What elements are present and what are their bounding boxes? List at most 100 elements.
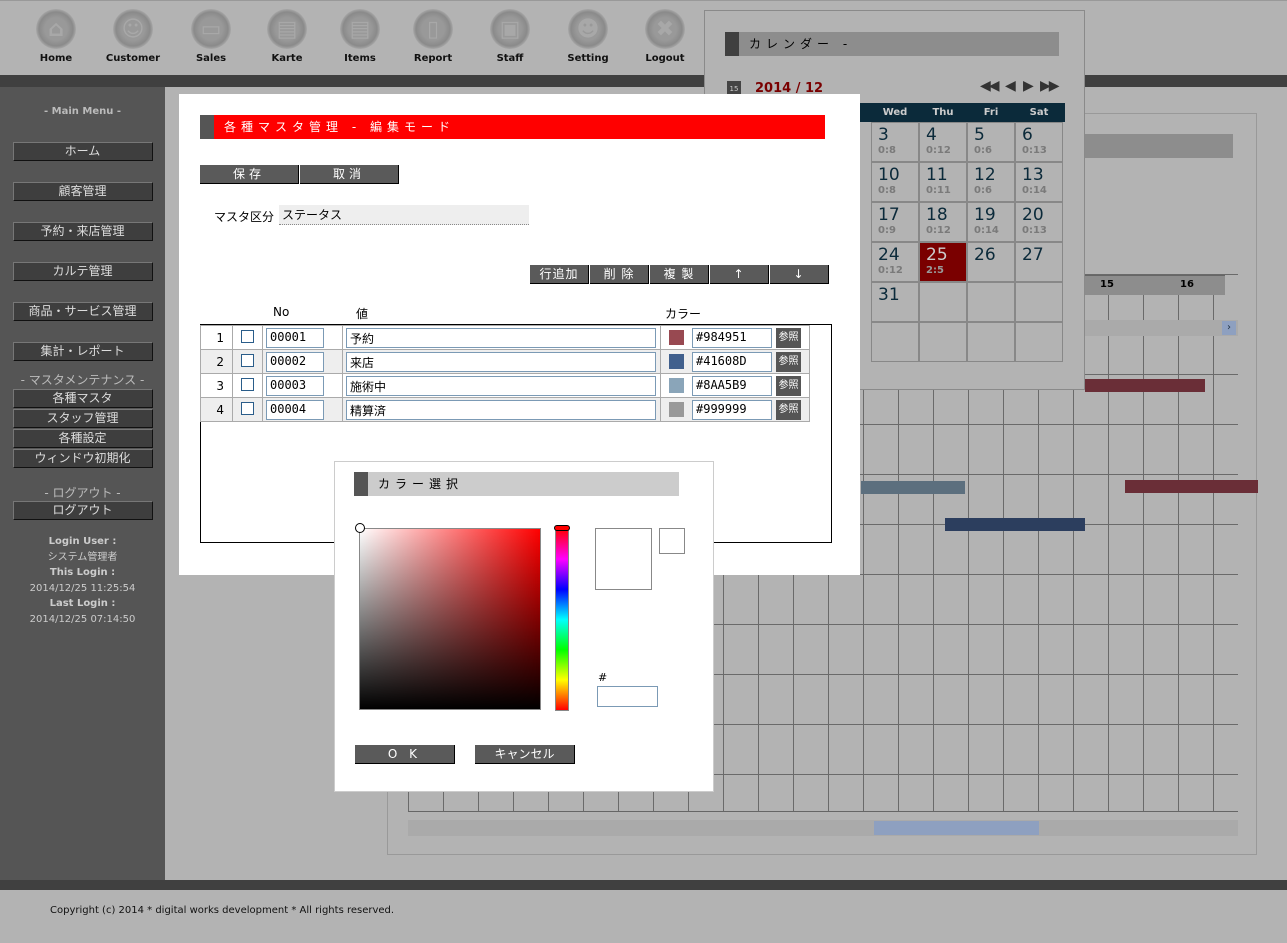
delete-button[interactable]: 削 除	[590, 265, 649, 284]
saturation-value-area[interactable]	[359, 528, 541, 710]
category-field[interactable]: ステータス	[279, 205, 529, 225]
row-checkbox[interactable]	[241, 377, 254, 391]
sidebar-item[interactable]: 顧客管理	[12, 182, 153, 201]
day-count: 0:6	[974, 145, 992, 156]
no-input[interactable]: 00001	[266, 327, 324, 348]
table-row: 1 00001 予約 #984951 参照	[200, 325, 810, 350]
sidebar-item[interactable]: 商品・サービス管理	[12, 302, 153, 321]
hue-slider[interactable]	[555, 528, 569, 711]
nav-customer[interactable]: ☺ Customer	[98, 9, 168, 64]
save-button[interactable]: 保存	[200, 165, 299, 184]
reservation-bar[interactable]	[861, 481, 965, 494]
nav-items[interactable]: ▤ Items	[325, 9, 395, 64]
color-input[interactable]: #999999	[692, 399, 772, 420]
calendar-day[interactable]	[967, 282, 1015, 322]
calendar-day[interactable]: 19 0:14	[967, 202, 1015, 242]
calendar-day[interactable]: 13 0:14	[1015, 162, 1063, 202]
home-icon: ⌂	[36, 9, 76, 49]
row-checkbox[interactable]	[241, 401, 254, 415]
value-input[interactable]: 施術中	[346, 375, 656, 396]
hour-label: 16	[1180, 279, 1194, 290]
sv-cursor-handle[interactable]	[355, 523, 365, 533]
reservation-bar[interactable]	[1125, 480, 1258, 493]
calendar-day[interactable]: 24 0:12	[871, 242, 919, 282]
calendar-day[interactable]: 20 0:13	[1015, 202, 1063, 242]
calendar-day[interactable]: 26	[967, 242, 1015, 282]
color-input[interactable]: #984951	[692, 327, 772, 348]
sidebar-item[interactable]: スタッフ管理	[12, 409, 153, 428]
nav-report[interactable]: ▯ Report	[398, 9, 468, 64]
calendar-day[interactable]: 4 0:12	[919, 122, 967, 162]
calendar-day[interactable]	[871, 322, 919, 362]
row-checkbox[interactable]	[241, 329, 254, 343]
prev-month-icon[interactable]: ◀	[1005, 78, 1016, 94]
calendar-day[interactable]: 3 0:8	[871, 122, 919, 162]
nav-logout[interactable]: ✖ Logout	[630, 9, 700, 64]
master-heading: - マスタメンテナンス -	[20, 373, 145, 387]
day-number: 27	[1022, 245, 1044, 265]
calendar-day[interactable]: 12 0:6	[967, 162, 1015, 202]
top-scrollbar[interactable]: ›	[1085, 320, 1238, 336]
sidebar-item[interactable]: 予約・来店管理	[12, 222, 153, 241]
calendar-day[interactable]	[1015, 322, 1063, 362]
calendar-day[interactable]	[919, 322, 967, 362]
nav-label: Staff	[496, 53, 524, 64]
add-row-button[interactable]: 行追加	[530, 265, 589, 284]
value-input[interactable]: 来店	[346, 351, 656, 372]
next-month-icon[interactable]: ▶	[1023, 78, 1034, 94]
scroll-thumb[interactable]	[874, 821, 1039, 835]
cancel-button[interactable]: 取消	[300, 165, 399, 184]
value-input[interactable]: 予約	[346, 327, 656, 348]
calendar-day[interactable]: 11 0:11	[919, 162, 967, 202]
reference-button[interactable]: 参照	[776, 327, 801, 348]
sidebar-item[interactable]: ホーム	[12, 142, 153, 161]
prev-year-icon[interactable]: ◀◀	[980, 78, 999, 94]
value-input[interactable]: 精算済	[346, 399, 656, 420]
sidebar-item[interactable]: 集計・レポート	[12, 342, 153, 361]
reference-button[interactable]: 参照	[776, 399, 801, 420]
no-input[interactable]: 00004	[266, 399, 324, 420]
hue-slider-handle[interactable]	[554, 525, 570, 531]
nav-sales[interactable]: ▭ Sales	[176, 9, 246, 64]
sidebar-item-logout[interactable]: ログアウト	[12, 501, 153, 520]
row-checkbox[interactable]	[241, 353, 254, 367]
sidebar-item[interactable]: 各種マスタ	[12, 389, 153, 408]
day-count: 0:13	[1022, 145, 1047, 156]
no-input[interactable]: 00003	[266, 375, 324, 396]
calendar-day[interactable]: 27	[1015, 242, 1063, 282]
reference-button[interactable]: 参照	[776, 351, 801, 372]
calendar-day[interactable]: 5 0:6	[967, 122, 1015, 162]
nav-karte[interactable]: ▤ Karte	[252, 9, 322, 64]
calendar-day[interactable]: 18 0:12	[919, 202, 967, 242]
calendar-day[interactable]: 25 2:5	[919, 242, 967, 282]
calendar-day[interactable]	[919, 282, 967, 322]
nav-staff[interactable]: ▣ Staff	[475, 9, 545, 64]
sidebar-item[interactable]: カルテ管理	[12, 262, 153, 281]
move-down-button[interactable]: ↓	[770, 265, 829, 284]
cancel-button[interactable]: キャンセル	[475, 745, 575, 764]
calendar-day[interactable]	[1015, 282, 1063, 322]
nav-setting[interactable]: ☻ Setting	[553, 9, 623, 64]
calendar-day[interactable]	[967, 322, 1015, 362]
reservation-bar[interactable]	[945, 518, 1085, 531]
calendar-day[interactable]: 17 0:9	[871, 202, 919, 242]
reference-button[interactable]: 参照	[776, 375, 801, 396]
sidebar-item[interactable]: ウィンドウ初期化	[12, 449, 153, 468]
hex-input[interactable]	[597, 686, 658, 707]
color-input[interactable]: #41608D	[692, 351, 772, 372]
calendar-day[interactable]: 6 0:13	[1015, 122, 1063, 162]
no-input[interactable]: 00002	[266, 351, 324, 372]
sidebar-item[interactable]: 各種設定	[12, 429, 153, 448]
day-count: 0:6	[974, 185, 992, 196]
next-year-icon[interactable]: ▶▶	[1040, 78, 1059, 94]
ok-button[interactable]: O K	[355, 745, 455, 764]
bottom-scrollbar[interactable]	[408, 820, 1238, 836]
duplicate-button[interactable]: 複 製	[650, 265, 709, 284]
reservation-bar[interactable]	[1085, 379, 1205, 392]
calendar-day[interactable]: 10 0:8	[871, 162, 919, 202]
nav-home[interactable]: ⌂ Home	[21, 9, 91, 64]
calendar-day[interactable]: 31	[871, 282, 919, 322]
scroll-right-icon[interactable]: ›	[1222, 321, 1236, 335]
move-up-button[interactable]: ↑	[710, 265, 769, 284]
color-input[interactable]: #8AA5B9	[692, 375, 772, 396]
